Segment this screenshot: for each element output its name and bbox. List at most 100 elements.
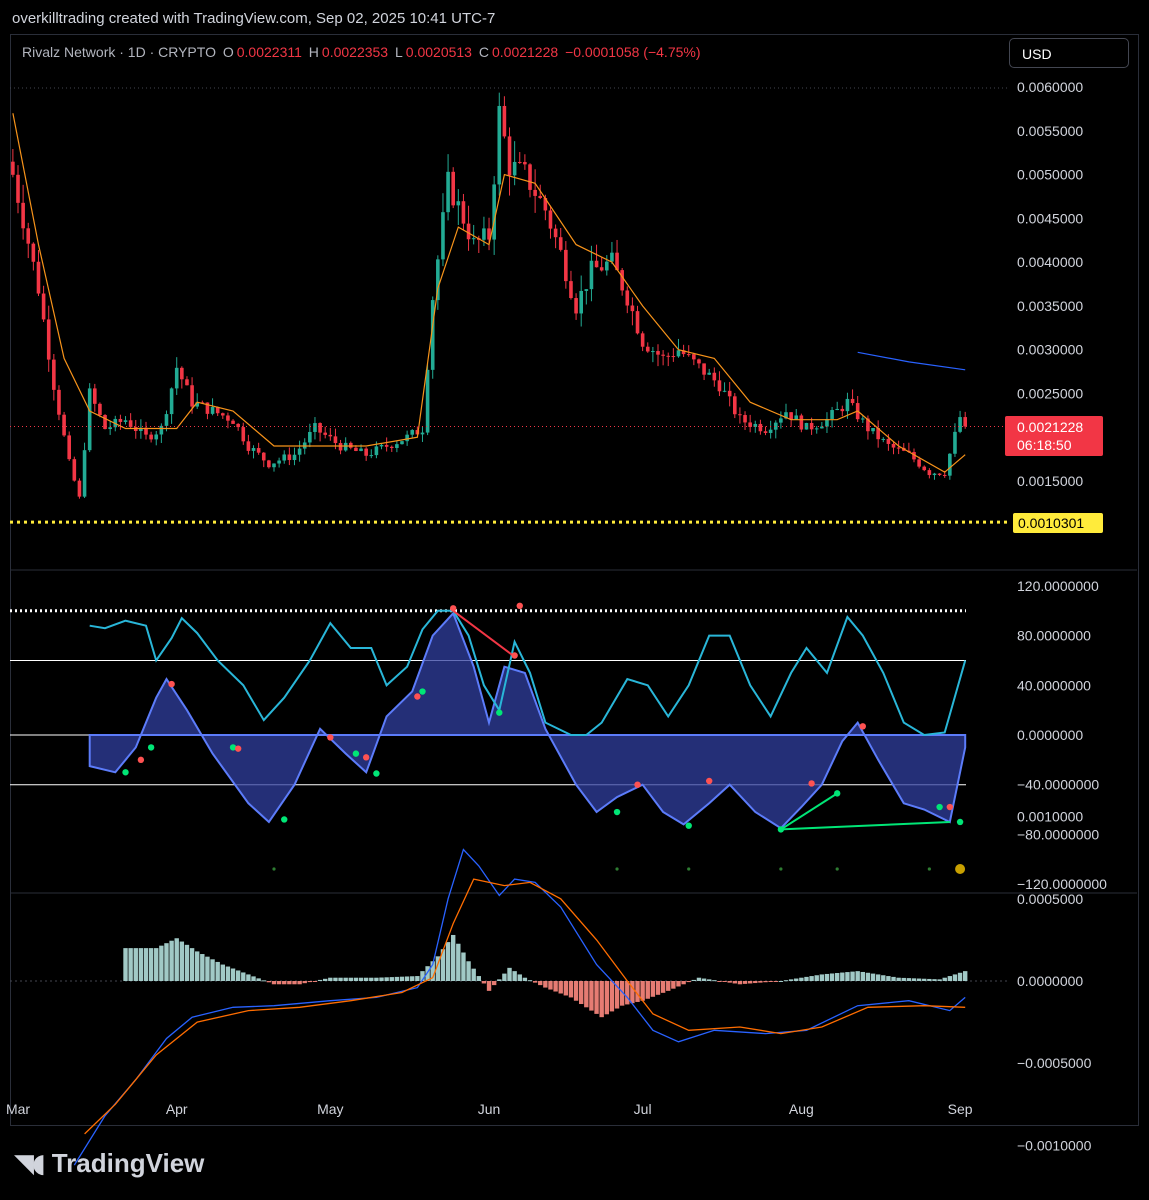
macd-histogram-bar	[328, 977, 333, 981]
macd-histogram-bar	[937, 979, 942, 981]
candle-body	[625, 290, 630, 306]
macd-histogram-bar	[957, 972, 963, 981]
osc-axis-tick: 0.0000000	[1017, 727, 1083, 743]
macd-histogram-bar	[358, 977, 364, 981]
symbol-label[interactable]: Rivalz Network · 1D · CRYPTO	[22, 44, 216, 60]
macd-axis-tick: 0.0005000	[1017, 891, 1083, 907]
candle-body	[405, 434, 409, 442]
high-label: H	[308, 44, 319, 60]
macd-histogram-bar	[666, 981, 671, 991]
macd-histogram-bar	[911, 978, 917, 981]
last-price-tag: 0.0021228 06:18:50	[1005, 416, 1103, 456]
candle-body	[282, 454, 287, 461]
candle-body	[267, 460, 271, 468]
marker-dot	[835, 867, 839, 871]
macd-histogram-bar	[625, 981, 630, 1005]
candle-body	[77, 480, 82, 497]
candle-body	[190, 385, 194, 407]
candle-body	[154, 434, 159, 440]
macd-histogram-bar	[517, 974, 522, 981]
macd-histogram-bar	[835, 973, 840, 981]
buy-signal-dot	[777, 826, 785, 833]
macd-histogram-bar	[312, 981, 318, 982]
candle-body	[896, 447, 901, 449]
candle-body	[93, 388, 97, 404]
macd-histogram-bar	[742, 981, 748, 984]
candle-body	[584, 289, 589, 291]
macd-histogram-bar	[333, 977, 338, 981]
macd-histogram-bar	[932, 979, 937, 981]
candle-body	[942, 474, 947, 476]
buy-signal-dot	[496, 709, 503, 716]
macd-histogram-bar	[860, 971, 865, 981]
candle-body	[707, 372, 711, 375]
macd-histogram-bar	[189, 948, 195, 981]
macd-histogram-bar	[179, 941, 185, 981]
candle-body	[36, 261, 41, 294]
candle-body	[349, 442, 353, 448]
macd-histogram-bar	[850, 971, 855, 981]
macd-histogram-bar	[164, 943, 169, 981]
macd-histogram-bar	[676, 981, 681, 987]
macd-histogram-bar	[497, 979, 502, 981]
candle-body	[651, 351, 655, 353]
candle-body	[384, 444, 389, 447]
osc-axis-tick: −40.0000000	[1017, 777, 1099, 793]
candle-body	[881, 438, 886, 440]
macd-histogram-bar	[235, 970, 241, 981]
macd-histogram-bar	[220, 964, 225, 981]
candle-body	[738, 414, 742, 416]
macd-histogram-bar	[963, 971, 968, 981]
low-label: L	[394, 44, 403, 60]
macd-histogram-bar	[363, 977, 369, 981]
macd-histogram-bar	[655, 981, 661, 995]
candle-body	[512, 161, 517, 176]
candle-body	[676, 350, 681, 357]
time-axis-tick: Sep	[948, 1101, 973, 1117]
macd-histogram-bar	[389, 977, 394, 981]
candle-body	[958, 417, 962, 432]
marker-dot	[779, 867, 783, 871]
candle-body	[528, 164, 532, 190]
macd-histogram-bar	[809, 976, 814, 981]
candle-body	[241, 427, 246, 442]
macd-histogram-bar	[154, 948, 159, 981]
currency-selector[interactable]: USD	[1009, 38, 1129, 68]
macd-histogram-bar	[804, 976, 809, 981]
macd-histogram-bar	[200, 954, 205, 981]
ma-long-line	[857, 351, 966, 371]
candle-body	[712, 372, 717, 381]
candle-body	[917, 459, 921, 467]
ema-short-line	[12, 113, 966, 473]
macd-histogram-bar	[456, 943, 461, 981]
candle-body	[369, 455, 374, 457]
candle-body	[67, 435, 71, 460]
candle-body	[389, 446, 394, 448]
candle-body	[574, 298, 578, 314]
marker-dot	[272, 867, 276, 871]
macd-histogram-bar	[630, 981, 635, 1004]
high-value: 0.0022353	[321, 44, 389, 60]
macd-histogram-bar	[579, 981, 584, 1005]
candle-body	[297, 448, 302, 455]
macd-histogram-bar	[696, 977, 702, 981]
macd-histogram-bar	[261, 980, 266, 982]
macd-histogram-bar	[763, 981, 768, 983]
macd-histogram-bar	[307, 981, 313, 983]
chart-canvas[interactable]: 0.0060000 0.0055000 0.0050000 0.0045000 0.00…	[0, 0, 1149, 1200]
macd-histogram-bar	[532, 981, 538, 983]
price-axis-tick: 0.0055000	[1017, 123, 1083, 139]
candle-body	[492, 184, 496, 240]
candle-body	[538, 195, 543, 199]
ohlc-legend: Rivalz Network · 1D · CRYPTO O 0.0022311 …	[22, 44, 704, 60]
macd-histogram-bar	[287, 981, 292, 985]
candle-body	[410, 430, 415, 435]
candle-body	[466, 223, 471, 240]
macd-histogram-bar	[522, 977, 528, 981]
candle-body	[794, 415, 799, 420]
macd-histogram-bar	[384, 977, 389, 981]
osc-axis-tick: 40.0000000	[1017, 677, 1091, 693]
bar-countdown: 06:18:50	[1017, 437, 1072, 453]
candle-body	[702, 363, 706, 375]
candle-body	[149, 434, 153, 440]
